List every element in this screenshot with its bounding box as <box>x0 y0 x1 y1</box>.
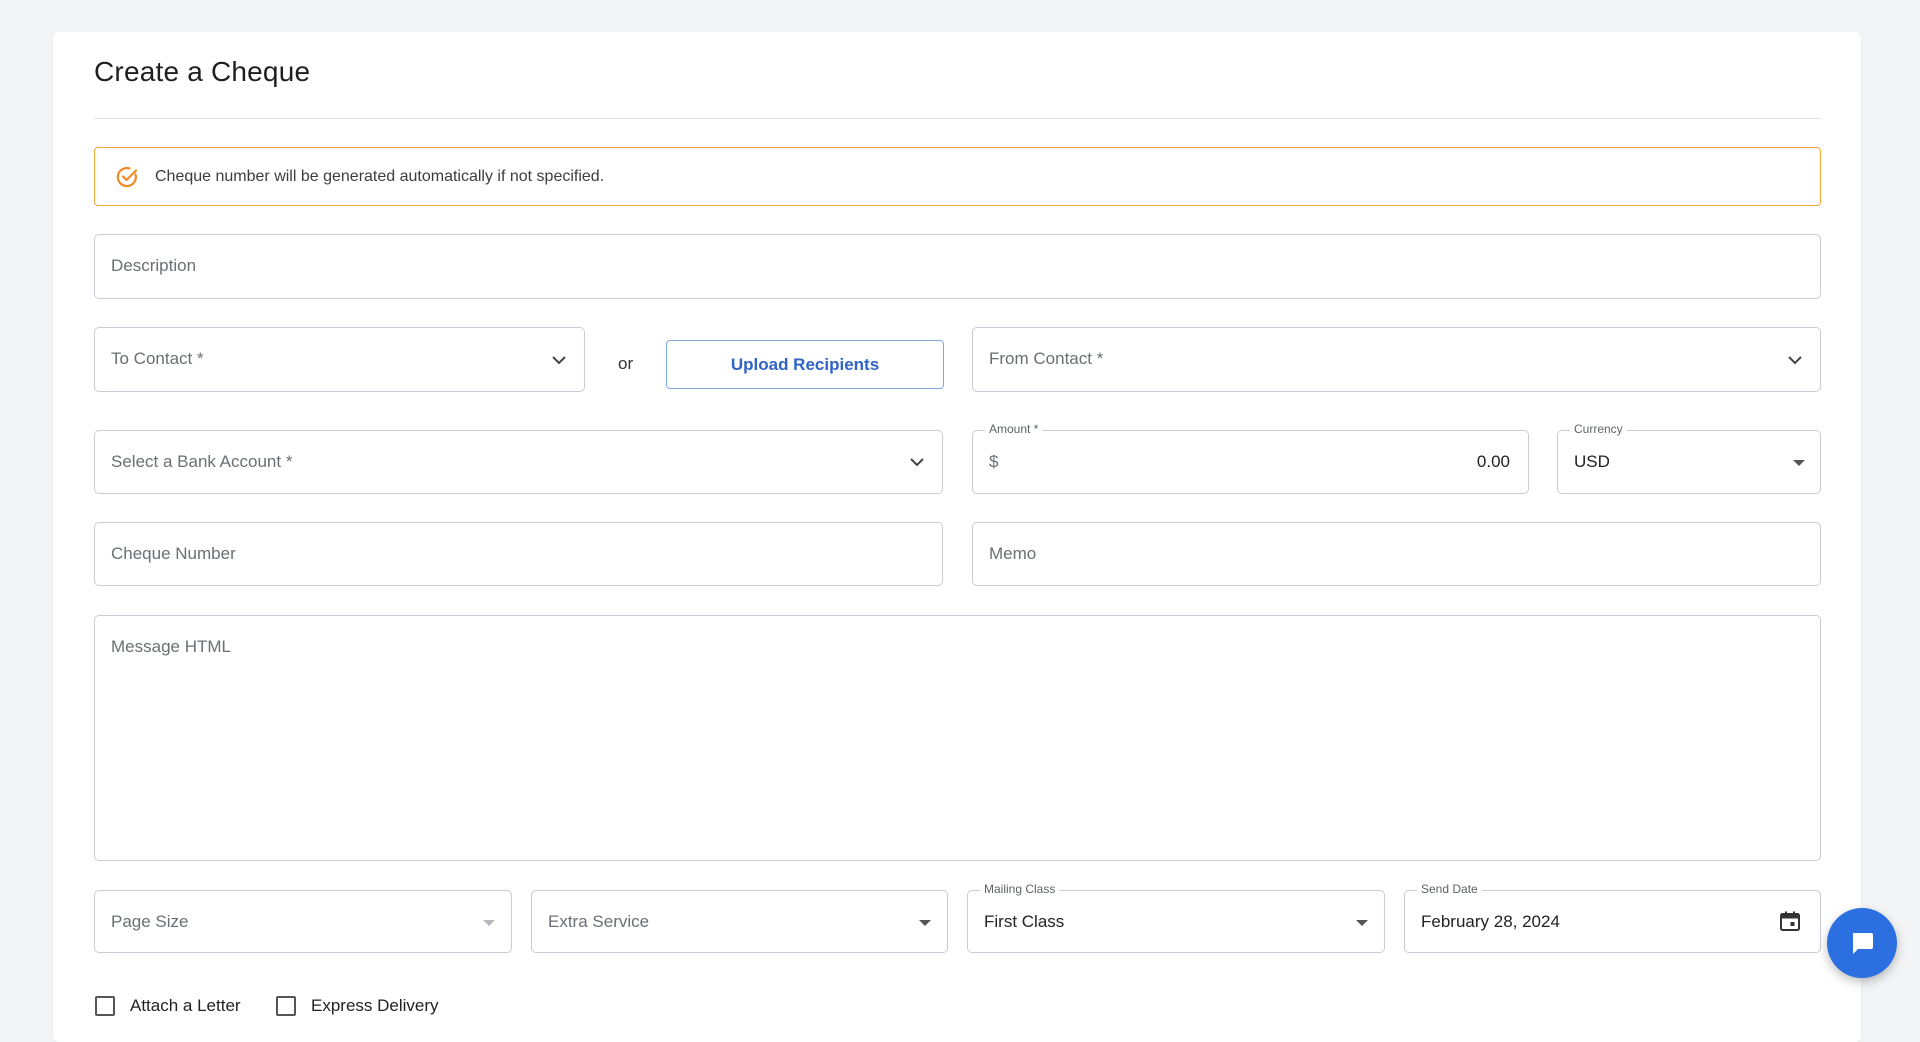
chat-bubble-icon <box>1848 929 1876 957</box>
extra-service-placeholder: Extra Service <box>548 912 650 931</box>
from-contact-placeholder: From Contact * <box>989 349 1104 368</box>
page-size-placeholder: Page Size <box>111 912 189 931</box>
amount-input[interactable]: Amount * $ 0.00 <box>972 422 1529 494</box>
calendar-icon[interactable] <box>1778 909 1802 933</box>
amount-label: Amount * <box>985 422 1043 436</box>
upload-recipients-button[interactable]: Upload Recipients <box>666 340 944 389</box>
alert-text: Cheque number will be generated automati… <box>155 167 605 185</box>
caret-down-icon <box>483 920 495 926</box>
chevron-down-icon <box>550 351 568 369</box>
caret-down-icon <box>1793 460 1805 466</box>
mailing-class-select[interactable]: Mailing Class First Class <box>967 882 1385 953</box>
chevron-down-icon <box>908 453 926 471</box>
check-circle-icon <box>115 165 139 189</box>
memo-input[interactable]: Memo <box>972 522 1821 586</box>
send-date-label: Send Date <box>1417 882 1482 896</box>
description-placeholder: Description <box>111 256 197 275</box>
send-date-picker[interactable]: Send Date February 28, 2024 <box>1404 882 1821 953</box>
currency-value: USD <box>1574 452 1610 471</box>
page-title: Create a Cheque <box>94 56 311 87</box>
description-input[interactable]: Description <box>94 234 1821 299</box>
bank-account-select[interactable]: Select a Bank Account * <box>94 430 943 494</box>
cheque-number-placeholder: Cheque Number <box>111 544 236 563</box>
caret-down-icon <box>919 920 931 926</box>
currency-select[interactable]: Currency USD <box>1557 422 1821 494</box>
message-html-placeholder: Message HTML <box>111 637 231 656</box>
express-delivery-label: Express Delivery <box>311 996 439 1015</box>
or-label: or <box>618 354 634 373</box>
mailing-class-value: First Class <box>984 912 1065 931</box>
bank-account-placeholder: Select a Bank Account * <box>111 452 293 471</box>
to-contact-placeholder: To Contact * <box>111 349 204 368</box>
info-alert: Cheque number will be generated automati… <box>94 147 1821 206</box>
send-date-value: February 28, 2024 <box>1421 912 1560 931</box>
express-delivery-checkbox[interactable] <box>276 996 296 1016</box>
mailing-class-label: Mailing Class <box>980 882 1060 896</box>
memo-placeholder: Memo <box>989 544 1037 563</box>
title-divider <box>94 118 1821 119</box>
chat-button[interactable] <box>1827 908 1897 978</box>
currency-label: Currency <box>1570 422 1627 436</box>
currency-prefix: $ <box>989 452 999 471</box>
attach-letter-label: Attach a Letter <box>130 996 241 1015</box>
message-html-textarea[interactable]: Message HTML <box>94 615 1821 861</box>
to-contact-select[interactable]: To Contact * <box>94 327 585 392</box>
cheque-number-input[interactable]: Cheque Number <box>94 522 943 586</box>
chevron-down-icon <box>1786 351 1804 369</box>
attach-letter-checkbox[interactable] <box>95 996 115 1016</box>
extra-service-select[interactable]: Extra Service <box>531 890 948 953</box>
caret-down-icon <box>1356 920 1368 926</box>
amount-value: 0.00 <box>1476 452 1510 471</box>
page-size-select[interactable]: Page Size <box>94 890 512 953</box>
from-contact-select[interactable]: From Contact * <box>972 327 1821 392</box>
